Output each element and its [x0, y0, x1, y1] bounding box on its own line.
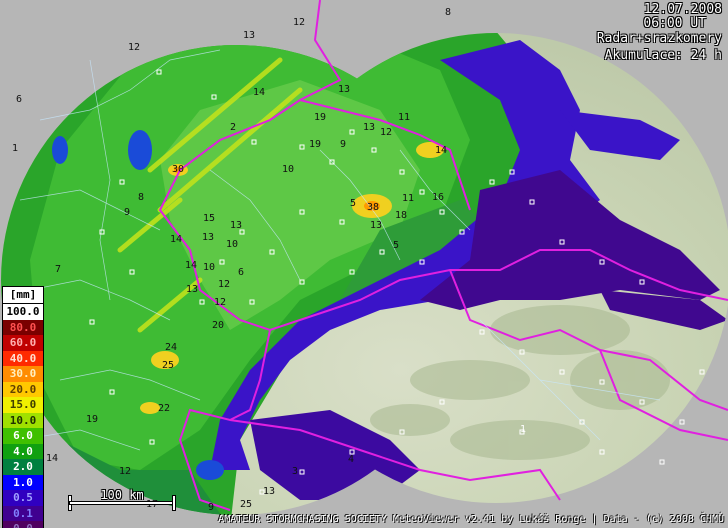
- precip-legend: [mm] 100.0 80.0 60.0 40.0 30.0 20.0 15.0 10.0 6.…: [2, 286, 44, 528]
- legend-title: [mm]: [3, 287, 43, 304]
- legend-item: 4.0: [3, 443, 43, 459]
- gauge-value: 14: [253, 87, 265, 98]
- gauge-value: 7: [55, 264, 61, 275]
- product-label: Radar+srazkomery: [596, 31, 722, 46]
- gauge-value: 6: [238, 267, 244, 278]
- gauge-value: 10: [203, 262, 215, 273]
- scale-line: [70, 502, 174, 504]
- gauge-value: 22: [158, 403, 170, 414]
- legend-item: 60.0: [3, 335, 43, 351]
- gauge-value: 4: [348, 454, 354, 465]
- legend-item: 0.5: [3, 490, 43, 506]
- gauge-value: 5: [393, 240, 399, 251]
- gauge-value: 10: [226, 239, 238, 250]
- accumulation-label: Akumulace: 24 h: [604, 48, 722, 63]
- gauge-value: 10: [282, 164, 294, 175]
- gauge-value: 19: [309, 139, 321, 150]
- gauge-value: 19: [86, 414, 98, 425]
- gauge-value: 19: [314, 112, 326, 123]
- gauge-value: 8: [138, 192, 144, 203]
- date-label: 12.07.2008: [643, 2, 722, 17]
- gauge-value: 14: [46, 453, 58, 464]
- gauge-value: 12: [128, 42, 140, 53]
- gauge-value: 13: [202, 232, 214, 243]
- scale-bar: 100 km: [66, 488, 178, 510]
- legend-item: 100.0: [3, 304, 43, 320]
- gauge-value: 20: [212, 320, 224, 331]
- gauge-value: 24: [165, 342, 177, 353]
- legend-item: 15.0: [3, 397, 43, 413]
- gauge-value: 12: [218, 279, 230, 290]
- gauge-value: 5: [350, 198, 356, 209]
- gauge-value: 8: [445, 7, 451, 18]
- gauge-value: 13: [230, 220, 242, 231]
- gauge-value: 14: [185, 260, 197, 271]
- gauge-value: 15: [203, 213, 215, 224]
- gauge-value: 13: [363, 122, 375, 133]
- legend-item: 30.0: [3, 366, 43, 382]
- gauge-value: 18: [395, 210, 407, 221]
- gauge-value: 12: [380, 127, 392, 138]
- legend-rows: 100.0 80.0 60.0 40.0 30.0 20.0 15.0 10.0 6.0 4.0 2…: [3, 304, 43, 528]
- radar-map-viewer: 12 13 12 13 14 2 19 19 9 13 12 11 14 30 …: [0, 0, 728, 528]
- gauge-value: 1: [520, 424, 526, 435]
- legend-item: 40.0: [3, 350, 43, 366]
- legend-item: 80.0: [3, 319, 43, 335]
- footer-credit: AMATEUR STORMCHASING SOCIETY MeteoViewer…: [218, 514, 724, 525]
- gauge-value: 13: [186, 284, 198, 295]
- scale-label: 100 km: [100, 488, 144, 502]
- gauge-value: 25: [162, 360, 174, 371]
- legend-item: 2.0: [3, 459, 43, 475]
- gauge-value: 12: [214, 297, 226, 308]
- legend-item: 6.0: [3, 428, 43, 444]
- legend-item: 10.0: [3, 412, 43, 428]
- gauge-value: 25: [240, 499, 252, 510]
- gauge-value: 13: [370, 220, 382, 231]
- gauge-value: 11: [398, 112, 410, 123]
- gauge-value: 13: [338, 84, 350, 95]
- legend-item: 20.0: [3, 381, 43, 397]
- legend-item: 1.0: [3, 474, 43, 490]
- gauge-value: 1: [12, 143, 18, 154]
- gauge-value: 2: [230, 122, 236, 133]
- gauge-value: 9: [124, 207, 130, 218]
- time-label: 06:00 UT: [643, 16, 706, 31]
- gauge-value: 38: [367, 202, 379, 213]
- gauge-value: 6: [16, 94, 22, 105]
- gauge-value: 13: [263, 486, 275, 497]
- gauge-value: 14: [435, 145, 447, 156]
- gauge-value: 30: [172, 164, 184, 175]
- radar-map[interactable]: 12 13 12 13 14 2 19 19 9 13 12 11 14 30 …: [0, 0, 728, 528]
- gauge-value: 3: [292, 466, 298, 477]
- gauge-value: 11: [402, 193, 414, 204]
- gauge-value: 16: [432, 192, 444, 203]
- gauge-value: 9: [340, 139, 346, 150]
- gauge-value: 12: [293, 17, 305, 28]
- gauge-value: 13: [243, 30, 255, 41]
- gauge-value: 14: [170, 234, 182, 245]
- gauge-value: 12: [119, 466, 131, 477]
